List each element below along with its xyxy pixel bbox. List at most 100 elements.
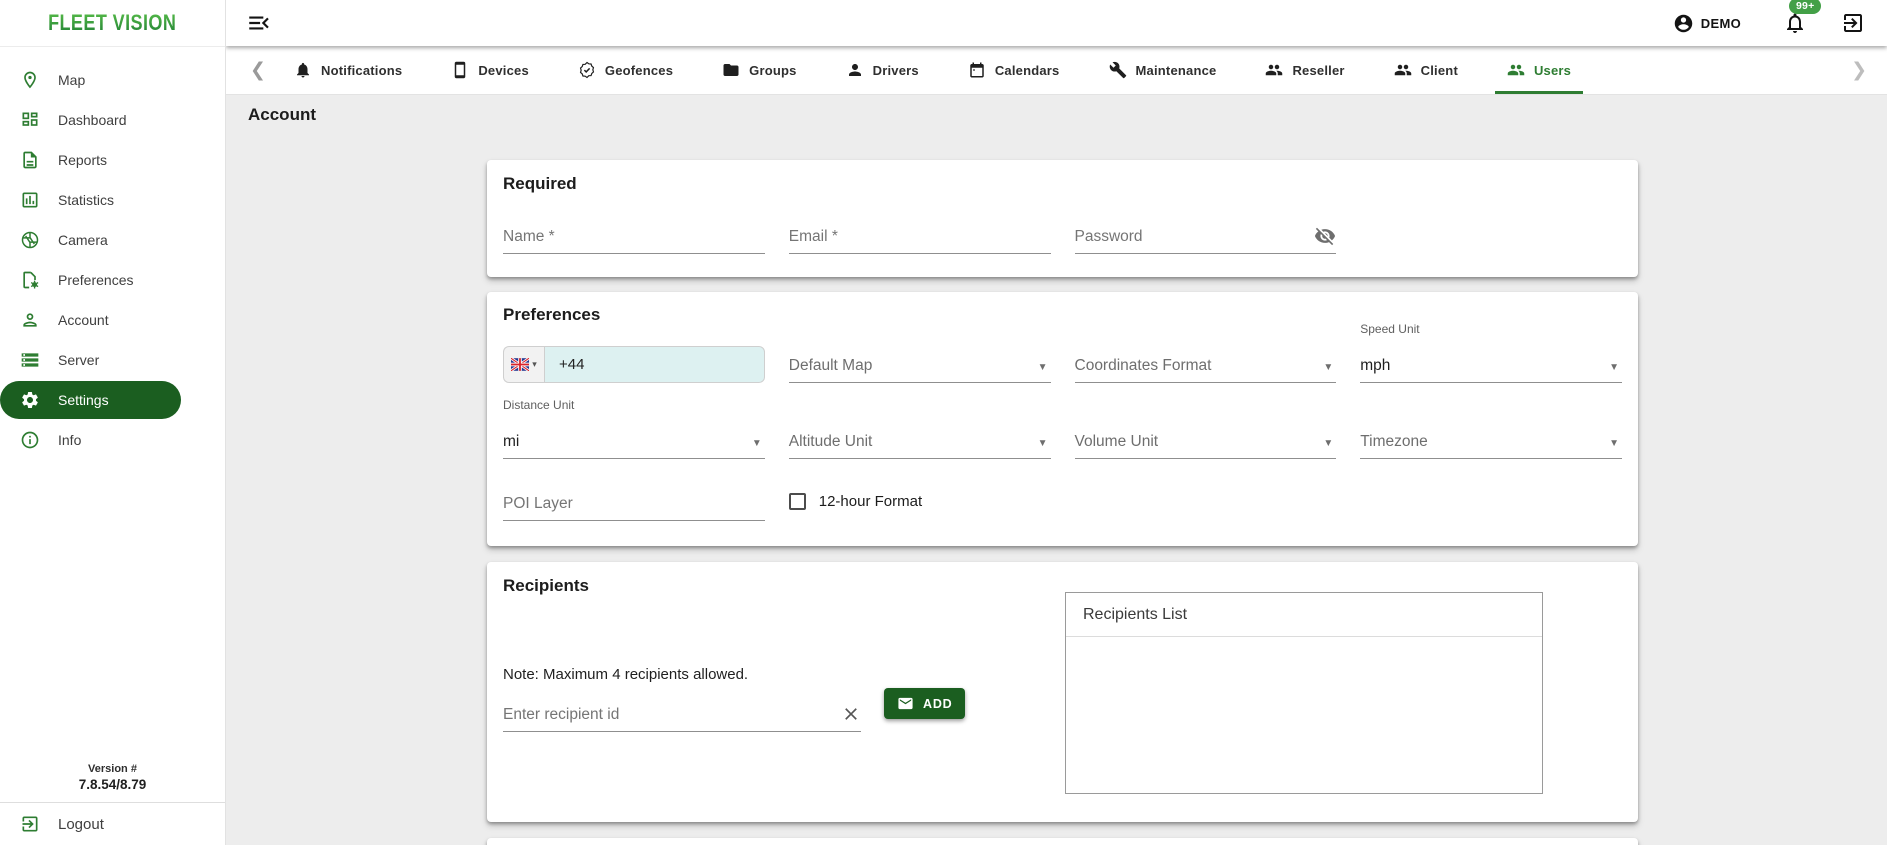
phone-field: ▾ (503, 346, 765, 383)
chevron-down-icon: ▼ (1037, 438, 1048, 449)
tab-client[interactable]: Client (1388, 46, 1464, 94)
main-area: DEMO 99+ ❮ Notifications Devices Geofenc… (226, 0, 1887, 845)
distance-unit-value: mi (503, 433, 520, 450)
twelve-hour-format-row: 12-hour Format (788, 481, 1051, 521)
sidebar-item-camera[interactable]: Camera (0, 220, 225, 260)
tab-geofences[interactable]: Geofences (572, 46, 679, 94)
sidebar-item-preferences[interactable]: Preferences (0, 260, 225, 300)
password-input[interactable] (1074, 228, 1337, 246)
notifications-button[interactable]: 99+ (1783, 0, 1822, 35)
tab-label: Notifications (321, 62, 403, 78)
sidebar-item-label: Camera (58, 232, 108, 248)
recipient-id-field[interactable] (503, 692, 861, 732)
logout-label: Logout (58, 815, 104, 833)
speed-unit-select[interactable]: Speed Unit mph ▼ (1360, 322, 1622, 383)
speed-unit-label: Speed Unit (1360, 322, 1420, 336)
speed-unit-value: mph (1360, 357, 1391, 374)
version-label: Version # (88, 763, 137, 775)
sidebar-item-label: Settings (58, 392, 109, 408)
altitude-unit-select[interactable]: Altitude Unit ▼ (788, 415, 1051, 459)
tab-calendars[interactable]: Calendars (962, 46, 1066, 94)
info-circle-icon (20, 430, 40, 450)
sidebar-item-dashboard[interactable]: Dashboard (0, 100, 225, 140)
tab-users[interactable]: Users (1494, 46, 1584, 94)
menu-open-icon[interactable] (246, 10, 272, 36)
default-map-select[interactable]: Default Map ▼ (788, 339, 1051, 383)
smartphone-icon (451, 61, 469, 79)
sidebar-item-statistics[interactable]: Statistics (0, 180, 225, 220)
email-input[interactable] (788, 228, 1051, 246)
sidebar-item-label: Map (58, 72, 86, 88)
sidebar-item-reports[interactable]: Reports (0, 140, 225, 180)
recipients-note: Note: Maximum 4 recipients allowed. (503, 666, 749, 683)
add-button-label: ADD (923, 696, 953, 711)
country-flag-select[interactable]: ▾ (503, 346, 544, 383)
coordinates-format-select[interactable]: Coordinates Format ▼ (1074, 339, 1337, 383)
logo-area: FLEET VISION (0, 0, 225, 47)
signout-button[interactable] (1841, 11, 1865, 35)
tab-label: Geofences (604, 62, 674, 78)
logout-icon (20, 814, 40, 834)
required-card-title: Required (503, 174, 577, 193)
sidebar: FLEET VISION Map Dashboard Reports Stati… (0, 0, 226, 845)
wrench-icon (1109, 61, 1127, 79)
clear-icon[interactable] (841, 704, 861, 724)
brand-logo: FLEET VISION (48, 10, 177, 35)
phone-input[interactable] (545, 347, 764, 382)
bar-chart-icon (20, 190, 40, 210)
tabs-scroll-right-icon[interactable]: ❯ (1851, 46, 1867, 94)
tab-groups[interactable]: Groups (716, 46, 802, 94)
preferences-card-title: Preferences (503, 305, 601, 324)
tabs-scroll-left-icon[interactable]: ❮ (250, 46, 266, 94)
bell-icon (1783, 11, 1807, 35)
twelve-hour-label: 12-hour Format (818, 492, 923, 510)
content-area: Account Required Name * Email * Preferen… (226, 95, 1887, 845)
chevron-down-icon: ▼ (1609, 362, 1619, 373)
chevron-down-icon: ▾ (532, 359, 537, 369)
tab-maintenance[interactable]: Maintenance (1103, 46, 1223, 94)
sidebar-item-info[interactable]: Info (0, 420, 225, 460)
visibility-off-icon[interactable] (1314, 225, 1336, 247)
bell-icon (294, 61, 312, 79)
tab-notifications[interactable]: Notifications (288, 46, 408, 94)
tab-drivers[interactable]: Drivers (840, 46, 925, 94)
verified-shield-icon (578, 61, 596, 79)
distance-unit-select[interactable]: Distance Unit mi ▼ (503, 398, 765, 459)
tabs: Notifications Devices Geofences Groups D… (288, 46, 1614, 94)
poi-layer-input[interactable] (503, 495, 765, 513)
sidebar-item-account[interactable]: Account (0, 300, 225, 340)
server-list-icon (20, 350, 40, 370)
recipients-list: Recipients List (1065, 592, 1543, 794)
chevron-down-icon: ▼ (1323, 438, 1334, 449)
recipient-id-input[interactable] (503, 706, 861, 724)
sidebar-item-label: Info (58, 432, 82, 448)
sidebar-item-server[interactable]: Server (0, 340, 225, 380)
version-block: Version # 7.8.54/8.79 (0, 763, 225, 802)
recipients-card: Recipients Note: Maximum 4 recipients al… (487, 562, 1638, 822)
timezone-select[interactable]: Timezone ▼ (1360, 415, 1622, 459)
sidebar-item-map[interactable]: Map (0, 60, 225, 100)
add-recipient-button[interactable]: ADD (884, 688, 966, 719)
email-field[interactable] (788, 210, 1051, 254)
sidebar-item-settings[interactable]: Settings (0, 381, 181, 419)
document-gear-icon (20, 270, 40, 290)
password-field[interactable] (1074, 210, 1337, 254)
name-field[interactable] (503, 210, 765, 254)
tabbar: ❮ Notifications Devices Geofences Groups… (226, 46, 1887, 95)
tab-devices[interactable]: Devices (445, 46, 535, 94)
chevron-down-icon: ▼ (1323, 362, 1334, 373)
name-input[interactable] (503, 228, 765, 246)
tab-label: Reseller (1292, 62, 1345, 78)
twelve-hour-checkbox[interactable] (788, 492, 806, 510)
mail-icon (897, 695, 914, 712)
logout-button[interactable]: Logout (0, 803, 225, 845)
notifications-badge: 99+ (1789, 0, 1822, 14)
user-menu[interactable]: DEMO (1673, 13, 1741, 34)
poi-layer-field[interactable] (503, 481, 765, 521)
username: DEMO (1700, 15, 1741, 31)
volume-unit-select[interactable]: Volume Unit ▼ (1074, 415, 1337, 459)
tab-reseller[interactable]: Reseller (1259, 46, 1350, 94)
timezone-label: Timezone (1360, 433, 1428, 450)
tab-label: Maintenance (1135, 62, 1217, 78)
preferences-card: Preferences ▾ Def (487, 292, 1638, 546)
